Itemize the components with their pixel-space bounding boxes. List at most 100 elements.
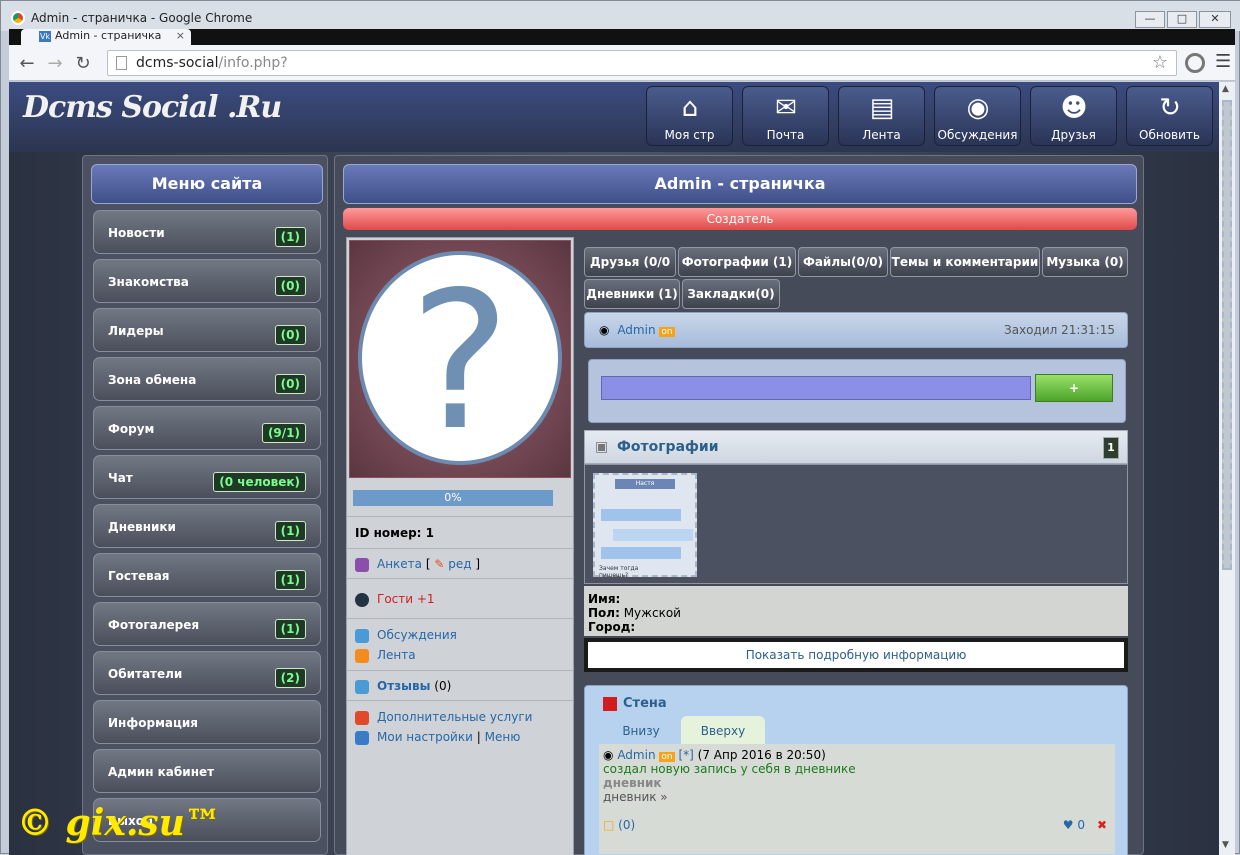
edit-link[interactable]: ред	[448, 557, 471, 571]
comment-icon[interactable]: □	[603, 818, 614, 832]
back-icon[interactable]: ←	[17, 53, 37, 74]
sidebar-item-news[interactable]: Новости (1)	[93, 210, 321, 254]
maximize-button[interactable]: □	[1167, 11, 1197, 28]
count-badge: (2)	[274, 668, 306, 688]
reviews-link[interactable]: Отзывы	[377, 679, 430, 693]
entry-more-link[interactable]: дневник »	[603, 790, 1111, 804]
browser-tab[interactable]: Vk Admin - страничка ×	[21, 29, 191, 45]
count-badge: (9/1)	[261, 423, 306, 443]
avatar[interactable]: ?	[358, 251, 562, 469]
close-window-button[interactable]: ✕	[1199, 11, 1231, 28]
sidebar-item-dating[interactable]: Знакомства (0)	[93, 259, 321, 303]
extra-services-link[interactable]: Дополнительные услуги	[377, 710, 532, 724]
sidebar-item-chat[interactable]: Чат (0 человек)	[93, 455, 321, 499]
forward-icon[interactable]: →	[45, 53, 65, 74]
user-name-link[interactable]: Admin	[617, 323, 655, 337]
photos-grid: Настя Зачем тогда пишешь?	[584, 464, 1128, 584]
gender-value: Мужской	[623, 606, 681, 620]
pencil-icon[interactable]: ✎	[434, 557, 444, 571]
sidebar-item-diaries[interactable]: Дневники (1)	[93, 504, 321, 548]
minimize-button[interactable]: —	[1135, 11, 1165, 28]
feed-link[interactable]: Лента	[377, 648, 416, 662]
header-button-label: Обсуждения	[937, 128, 1018, 142]
tab-friends[interactable]: Друзья (0/0	[584, 247, 676, 277]
chat-icon: ◉	[966, 93, 990, 123]
header-button-label: Почта	[766, 128, 805, 142]
tab-files[interactable]: Файлы(0/0)	[798, 247, 888, 277]
count-badge: (0 человек)	[213, 472, 306, 492]
wall-tab-top[interactable]: Вверху	[681, 716, 765, 746]
bookmark-star-icon[interactable]: ☆	[1152, 51, 1168, 75]
sidebar-item-leaders[interactable]: Лидеры (0)	[93, 308, 321, 352]
city-label: Город:	[588, 620, 636, 634]
header-button-discussions[interactable]: ◉ Обсуждения	[934, 86, 1021, 146]
entry-permalink[interactable]: [*]	[678, 748, 693, 762]
header-button-mail[interactable]: ✉ Почта	[742, 86, 829, 146]
header-button-friends[interactable]: ☻ Друзья	[1030, 86, 1117, 146]
show-more-info-button[interactable]: Показать подробную информацию	[588, 642, 1124, 668]
photo-thumbnail[interactable]: Настя Зачем тогда пишешь?	[593, 473, 697, 579]
bracket-close: ]	[475, 557, 481, 571]
guests-link[interactable]: Гости	[377, 592, 413, 606]
mail-icon: ✉	[775, 93, 797, 123]
tab-bookmarks[interactable]: Закладки(0)	[682, 279, 780, 309]
settings-link[interactable]: Мои настройки	[377, 730, 473, 744]
online-badge: on	[659, 327, 675, 337]
discussions-link[interactable]: Обсуждения	[377, 628, 457, 642]
scroll-down-icon[interactable]: ▼	[1222, 840, 1229, 850]
photos-title[interactable]: Фотографии	[617, 439, 719, 455]
user-status-bar: ◉ Admin on Заходил 21:31:15	[584, 312, 1128, 348]
header-button-label: Лента	[862, 128, 901, 142]
delete-icon[interactable]: ✖	[1097, 818, 1107, 832]
sidebar-item-admin[interactable]: Админ кабинет	[93, 749, 321, 793]
scroll-up-icon[interactable]: ▲	[1222, 84, 1229, 94]
comment-count[interactable]: (0)	[618, 818, 635, 832]
sidebar-item-guestbook[interactable]: Гостевая (1)	[93, 553, 321, 597]
tab-diaries[interactable]: Дневники (1)	[584, 279, 680, 309]
post-button[interactable]: +	[1035, 374, 1113, 402]
tab-music[interactable]: Музыка (0)	[1042, 247, 1128, 277]
menu-link[interactable]: Меню	[485, 730, 521, 744]
sidebar-item-label: Лидеры	[108, 324, 164, 338]
extension-icon[interactable]	[1185, 53, 1205, 73]
header-button-label: Друзья	[1051, 128, 1096, 142]
address-path: /info.php?	[218, 55, 288, 71]
document-icon: ▤	[869, 93, 895, 123]
page-scrollbar[interactable]: ▲ ▼	[1219, 82, 1235, 855]
like-count[interactable]: ♥ 0	[1063, 818, 1085, 832]
tab-photos[interactable]: Фотографии (1)	[678, 247, 796, 277]
sidebar-item-information[interactable]: Информация	[93, 700, 321, 744]
wall-entry: ◉ Admin on [*] (7 Апр 2016 в 20:50) созд…	[599, 744, 1115, 854]
guests-row: Гости +1	[347, 578, 573, 618]
scrollbar-thumb[interactable]	[1222, 100, 1232, 570]
address-bar[interactable]: dcms-social/info.php? ☆	[107, 50, 1177, 76]
sidebar-item-label: Обитатели	[108, 667, 183, 681]
header-button-feed[interactable]: ▤ Лента	[838, 86, 925, 146]
wall-header: Стена	[603, 696, 667, 711]
sidebar-item-label: Дневники	[108, 520, 176, 534]
sidebar-item-forum[interactable]: Форум (9/1)	[93, 406, 321, 450]
separator: |	[476, 730, 481, 744]
tab-close-icon[interactable]: ×	[176, 29, 185, 43]
wall-tab-bottom[interactable]: Внизу	[603, 716, 679, 746]
site-logo[interactable]: Dcms Social .Ru	[23, 90, 282, 125]
tab-topics[interactable]: Темы и комментарии	[890, 247, 1040, 277]
sidebar-item-label: Знакомства	[108, 275, 189, 289]
page-icon	[116, 56, 127, 70]
settings-rows: Дополнительные услуги Мои настройки | Ме…	[347, 700, 573, 750]
header-button-mypage[interactable]: ⌂ Моя стр	[646, 86, 733, 146]
browser-menu-icon[interactable]: ☰	[1215, 51, 1231, 72]
thumb-header: Настя	[615, 479, 675, 489]
anketa-link[interactable]: Анкета	[377, 557, 422, 571]
status-input[interactable]	[601, 376, 1031, 400]
sidebar-item-gallery[interactable]: Фотогалерея (1)	[93, 602, 321, 646]
reload-icon[interactable]: ↻	[73, 53, 93, 74]
sidebar-item-label: Новости	[108, 226, 165, 240]
sidebar-item-exchange[interactable]: Зона обмена (0)	[93, 357, 321, 401]
header-button-refresh[interactable]: ↻ Обновить	[1126, 86, 1213, 146]
home-icon: ⌂	[681, 93, 699, 123]
window-title: Admin - страничка - Google Chrome	[31, 11, 253, 25]
entry-date: (7 Апр 2016 в 20:50)	[697, 748, 826, 762]
entry-author-link[interactable]: Admin	[617, 748, 655, 762]
sidebar-item-residents[interactable]: Обитатели (2)	[93, 651, 321, 695]
